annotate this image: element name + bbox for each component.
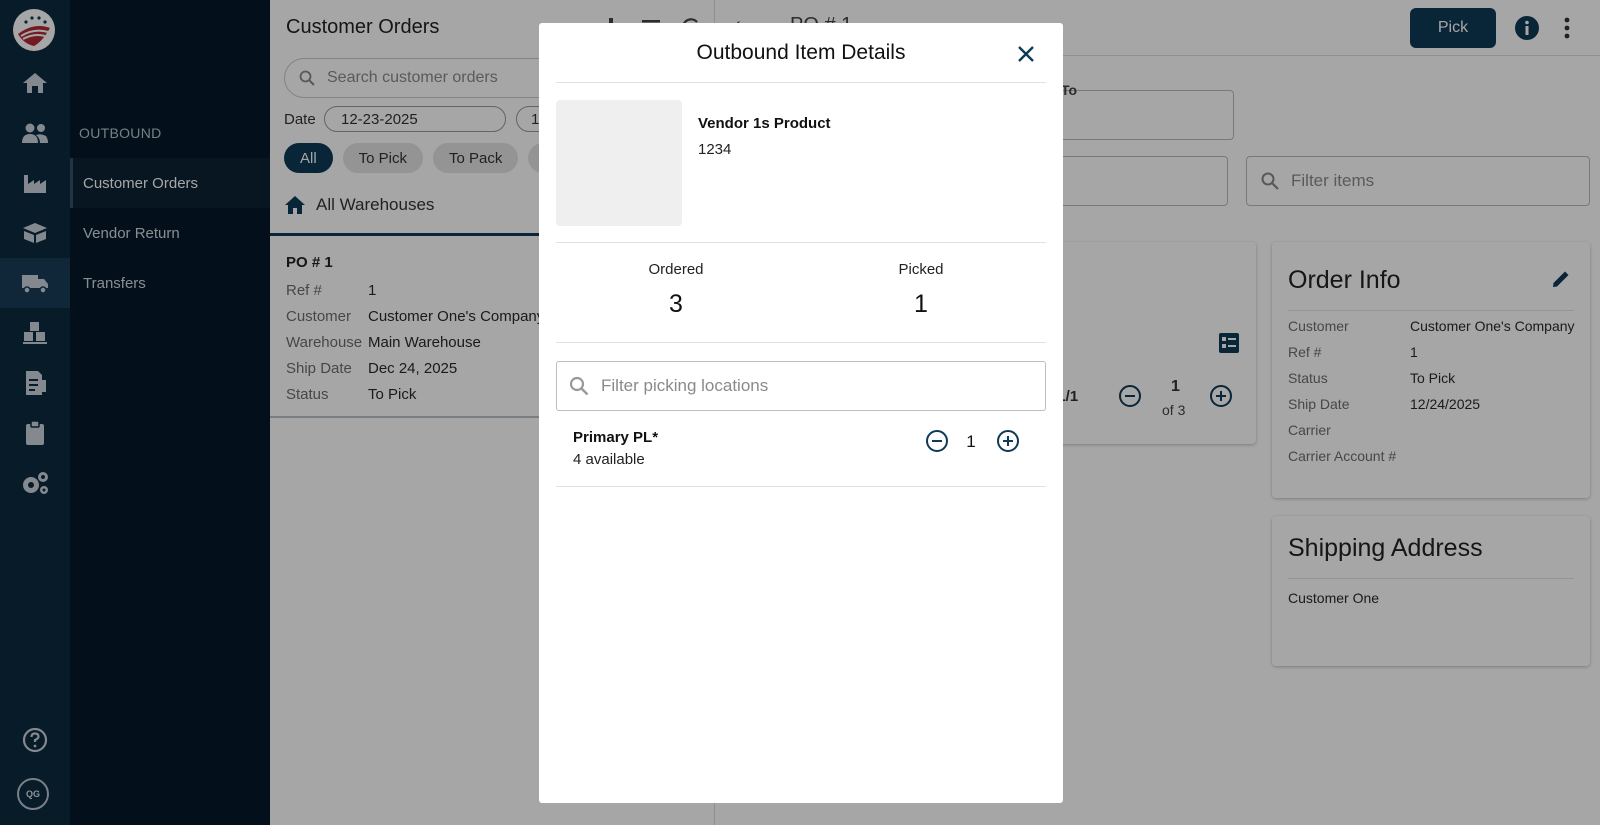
location-search-placeholder: Filter picking locations (601, 376, 769, 395)
location-qty[interactable]: 1 (959, 432, 983, 452)
location-search-input[interactable]: Filter picking locations (556, 361, 1046, 411)
location-decrement-icon[interactable] (925, 429, 949, 453)
location-name: Primary PL* (573, 429, 659, 446)
location-available: 4 available (573, 451, 645, 468)
product-name: Vendor 1s Product (698, 115, 831, 132)
close-icon[interactable] (1013, 41, 1039, 67)
product-image-placeholder (556, 100, 682, 226)
ordered-label: Ordered (648, 261, 704, 278)
location-increment-icon[interactable] (996, 429, 1020, 453)
divider (556, 342, 1046, 343)
product-sku: 1234 (698, 141, 732, 158)
modal-title: Outbound Item Details (696, 41, 906, 64)
picked-stat: Picked 1 (821, 261, 1021, 319)
outbound-item-modal: Outbound Item Details Vendor 1s Product … (539, 23, 1063, 803)
divider (556, 486, 1046, 487)
picked-value: 1 (914, 290, 928, 318)
search-icon (569, 376, 589, 396)
divider (556, 242, 1046, 243)
ordered-value: 3 (669, 290, 683, 318)
ordered-stat: Ordered 3 (576, 261, 776, 319)
picked-label: Picked (898, 261, 944, 278)
divider (556, 82, 1046, 83)
